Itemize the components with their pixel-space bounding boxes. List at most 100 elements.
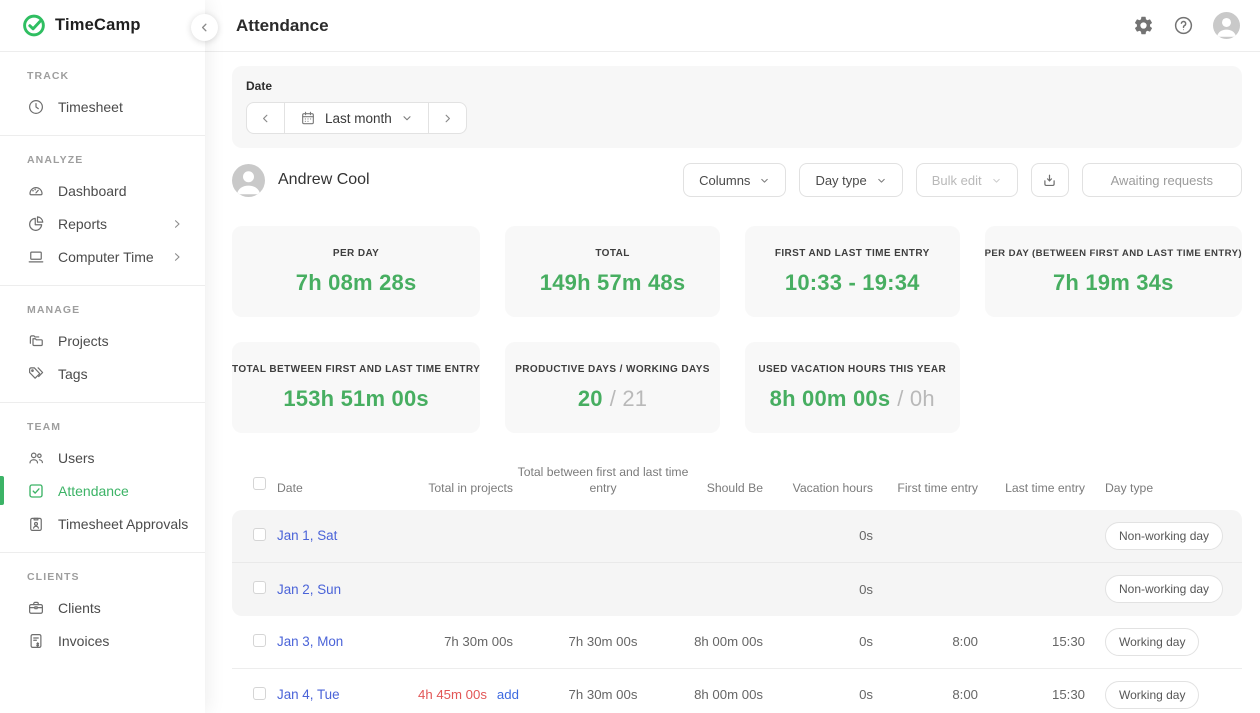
columns-button[interactable]: Columns	[683, 163, 786, 197]
section-label: CLIENTS	[0, 571, 205, 583]
row-checkbox[interactable]	[253, 528, 266, 541]
sidebar-item-computer-time[interactable]: Computer Time	[0, 240, 205, 273]
sidebar-section-clients: CLIENTS Clients Invoices	[0, 553, 205, 669]
date-link[interactable]: Jan 4, Tue	[277, 687, 340, 702]
sidebar-item-invoices[interactable]: Invoices	[0, 624, 205, 657]
main-area: Attendance Date Last month	[205, 0, 1260, 713]
sidebar-collapse-button[interactable]	[191, 14, 218, 41]
stat-card-productive-days: PRODUCTIVE DAYS / WORKING DAYS 20/ 21	[505, 342, 720, 433]
sidebar-item-label: Dashboard	[58, 183, 127, 199]
sidebar-item-label: Users	[58, 450, 95, 466]
laptop-icon	[27, 248, 45, 266]
table-row: Jan 4, Tue 4h 45m 00sadd 7h 30m 00s 8h 0…	[232, 669, 1242, 713]
attendance-table: Date Total in projects Total between fir…	[232, 455, 1242, 713]
stat-label: PER DAY (BETWEEN FIRST AND LAST TIME ENT…	[985, 248, 1242, 259]
cell-last-time-entry: 15:30	[978, 634, 1085, 649]
cell-last-time-entry: 15:30	[978, 687, 1085, 702]
cell-total-in-projects: 7h 30m 00s	[418, 634, 513, 649]
briefcase-icon	[27, 599, 45, 617]
day-type-chip[interactable]: Non-working day	[1105, 575, 1223, 603]
person-icon	[232, 164, 265, 197]
table-row: Jan 1, Sat 0s Non-working day	[232, 510, 1242, 563]
stat-value-secondary: / 0h	[897, 386, 935, 411]
invoice-icon	[27, 632, 45, 650]
awaiting-requests-label: Awaiting requests	[1111, 173, 1213, 188]
day-type-button-label: Day type	[815, 173, 866, 188]
columns-button-label: Columns	[699, 173, 750, 188]
stat-value: 8h 00m 00s/ 0h	[770, 386, 935, 412]
cell-total-between: 7h 30m 00s	[513, 687, 693, 702]
sidebar-section-team: TEAM Users Attendance Timesheet Approval…	[0, 403, 205, 553]
cell-first-time-entry: 8:00	[873, 634, 978, 649]
sidebar-item-dashboard[interactable]: Dashboard	[0, 174, 205, 207]
users-icon	[27, 449, 45, 467]
settings-gear-icon[interactable]	[1133, 15, 1154, 36]
person-icon	[1213, 12, 1240, 39]
select-all-checkbox[interactable]	[253, 477, 266, 490]
cell-should-be: 8h 00m 00s	[693, 687, 763, 702]
sidebar-item-tags[interactable]: Tags	[0, 357, 205, 390]
chevron-right-icon	[171, 251, 183, 263]
sidebar-item-reports[interactable]: Reports	[0, 207, 205, 240]
header-vacation-hours: Vacation hours	[763, 481, 873, 497]
pie-chart-icon	[27, 215, 45, 233]
brand-logo[interactable]: TimeCamp	[0, 0, 205, 52]
bulk-edit-button[interactable]: Bulk edit	[916, 163, 1018, 197]
row-checkbox[interactable]	[253, 634, 266, 647]
day-type-chip[interactable]: Non-working day	[1105, 522, 1223, 550]
awaiting-requests-button[interactable]: Awaiting requests	[1082, 163, 1242, 197]
stat-value-main: 8h 00m 00s	[770, 386, 891, 411]
date-range-dropdown[interactable]: Last month	[284, 103, 429, 133]
prev-period-button[interactable]	[247, 103, 284, 133]
table-header-row: Date Total in projects Total between fir…	[232, 455, 1242, 510]
date-link[interactable]: Jan 2, Sun	[277, 582, 341, 597]
sidebar-section-track: TRACK Timesheet	[0, 52, 205, 136]
stat-card-total-between: TOTAL BETWEEN FIRST AND LAST TIME ENTRY …	[232, 342, 480, 433]
checkbox-check-icon	[27, 482, 45, 500]
sidebar-item-timesheet-approvals[interactable]: Timesheet Approvals	[0, 507, 205, 540]
row-checkbox[interactable]	[253, 687, 266, 700]
sidebar-item-label: Reports	[58, 216, 107, 232]
header-last-time-entry: Last time entry	[978, 481, 1085, 497]
sidebar-item-attendance[interactable]: Attendance	[0, 474, 205, 507]
cell-first-time-entry: 8:00	[873, 687, 978, 702]
day-type-chip[interactable]: Working day	[1105, 628, 1199, 656]
date-filter-label: Date	[246, 79, 1228, 93]
sidebar-item-timesheet[interactable]: Timesheet	[0, 90, 205, 123]
cell-vacation: 0s	[763, 634, 873, 649]
day-type-chip[interactable]: Working day	[1105, 681, 1199, 709]
clipboard-person-icon	[27, 515, 45, 533]
sidebar-item-label: Tags	[58, 366, 88, 382]
sidebar-item-label: Timesheet	[58, 99, 123, 115]
cell-total-between: 7h 30m 00s	[513, 634, 693, 649]
next-period-button[interactable]	[429, 103, 466, 133]
section-label: TRACK	[0, 70, 205, 82]
date-range-control: Last month	[246, 102, 467, 134]
user-avatar[interactable]	[1213, 12, 1240, 39]
date-link[interactable]: Jan 3, Mon	[277, 634, 343, 649]
stat-card-used-vacation: USED VACATION HOURS THIS YEAR 8h 00m 00s…	[745, 342, 960, 433]
content: Date Last month Andrew Cool C	[205, 52, 1260, 713]
stat-value: 20/ 21	[578, 386, 647, 412]
row-checkbox[interactable]	[253, 581, 266, 594]
stat-label: FIRST AND LAST TIME ENTRY	[775, 248, 930, 259]
folders-icon	[27, 332, 45, 350]
header-total-between: Total between first and last time entry	[513, 465, 693, 497]
topbar-actions	[1133, 12, 1240, 39]
chevron-down-icon	[876, 175, 887, 186]
table-row: Jan 3, Mon 7h 30m 00s 7h 30m 00s 8h 00m …	[232, 616, 1242, 669]
sidebar-item-projects[interactable]: Projects	[0, 324, 205, 357]
day-type-button[interactable]: Day type	[799, 163, 902, 197]
date-link[interactable]: Jan 1, Sat	[277, 528, 337, 543]
help-icon[interactable]	[1173, 15, 1194, 36]
page-title: Attendance	[236, 16, 329, 36]
sidebar-item-users[interactable]: Users	[0, 441, 205, 474]
topbar: Attendance	[205, 0, 1260, 52]
chevron-right-icon	[171, 218, 183, 230]
export-button[interactable]	[1031, 163, 1069, 197]
chevron-down-icon	[401, 112, 413, 124]
gauge-icon	[27, 182, 45, 200]
sidebar-item-label: Projects	[58, 333, 109, 349]
sidebar-item-clients[interactable]: Clients	[0, 591, 205, 624]
stat-card-per-day: PER DAY 7h 08m 28s	[232, 226, 480, 317]
